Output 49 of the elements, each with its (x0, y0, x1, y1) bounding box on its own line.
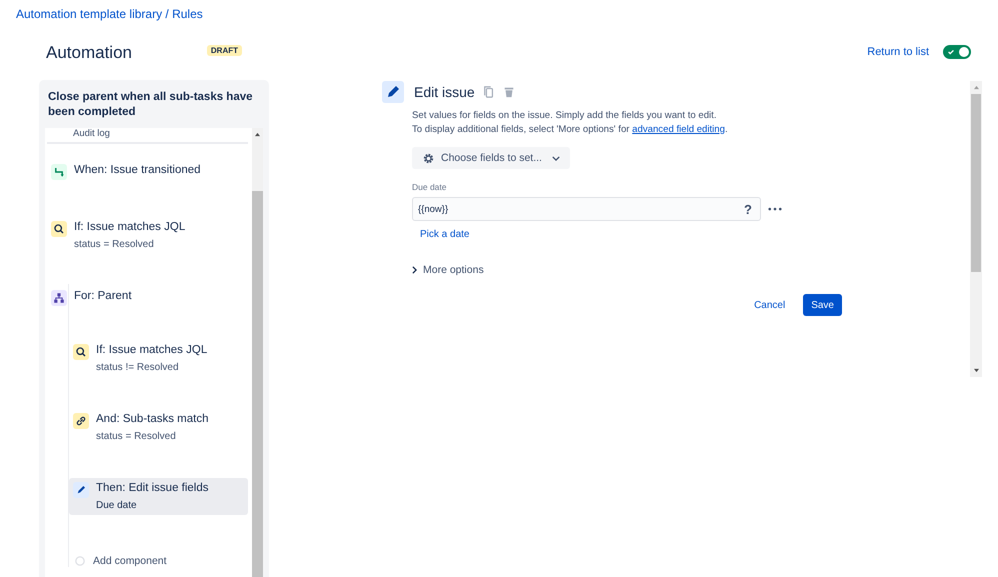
advanced-field-editing-link[interactable]: advanced field editing (632, 124, 725, 135)
transition-icon (51, 164, 67, 180)
rule-name: Close parent when all sub-tasks have been completed (47, 90, 254, 120)
pencil-icon (73, 482, 89, 498)
rule-step[interactable]: Then: Edit issue fields Due date (69, 478, 248, 515)
search-icon (51, 221, 67, 237)
breadcrumb-link[interactable]: Automation template library / Rules (16, 7, 203, 21)
editor-title: Edit issue (414, 84, 475, 100)
step-detail: Due date (96, 500, 138, 511)
step-title: And: Sub-tasks match (96, 413, 208, 425)
link-icon (73, 413, 89, 429)
chevron-icon (412, 266, 417, 274)
add-component-item[interactable]: Add component (69, 555, 248, 567)
step-title: If: Issue matches JQL (96, 344, 208, 356)
step-detail: status = Resolved (96, 431, 177, 442)
scroll-down-icon[interactable] (972, 368, 980, 373)
choose-fields-button[interactable]: Choose fields to set... (412, 147, 570, 169)
step-title: Then: Edit issue fields (96, 482, 209, 494)
due-date-field[interactable]: {{now}} ? (412, 197, 761, 221)
scrollbar[interactable] (970, 81, 982, 377)
step-title: If: Issue matches JQL (74, 221, 186, 233)
hierarchy-icon (51, 290, 67, 306)
return-to-list-link[interactable]: Return to list (867, 46, 929, 58)
save-button[interactable]: Save (803, 294, 842, 316)
circle-icon (75, 556, 85, 566)
cancel-button[interactable]: Cancel (746, 294, 794, 316)
more-options-toggle[interactable]: More options (412, 264, 970, 276)
step-detail: status = Resolved (74, 239, 155, 250)
description-text: Set values for fields on the issue. Simply add the fields you want to edit. To display additional fields, select 'More options' for advanced field editing. (412, 109, 729, 137)
field-label: Due date (412, 182, 448, 192)
step-title: For: Parent (74, 290, 132, 302)
check-icon (947, 48, 955, 56)
gear-icon (422, 152, 435, 164)
rule-toggle[interactable] (943, 45, 971, 59)
search-icon (73, 344, 89, 360)
copy-icon[interactable] (482, 86, 495, 98)
audit-log-item[interactable]: Audit log (47, 128, 248, 144)
trash-icon[interactable] (502, 86, 515, 98)
help-icon[interactable]: ? (744, 202, 752, 216)
page-title: Automation (46, 43, 132, 63)
caret-icon (552, 156, 560, 160)
step-title: When: Issue transitioned (74, 164, 201, 176)
more-icon[interactable] (768, 207, 782, 211)
scrollbar[interactable] (252, 128, 263, 577)
pencil-icon (382, 81, 404, 103)
status-lozenge: DRAFT (206, 45, 242, 56)
scroll-up-icon[interactable] (254, 132, 261, 137)
pick-a-date-link[interactable]: Pick a date (420, 229, 970, 240)
step-detail: status != Resolved (96, 362, 180, 373)
